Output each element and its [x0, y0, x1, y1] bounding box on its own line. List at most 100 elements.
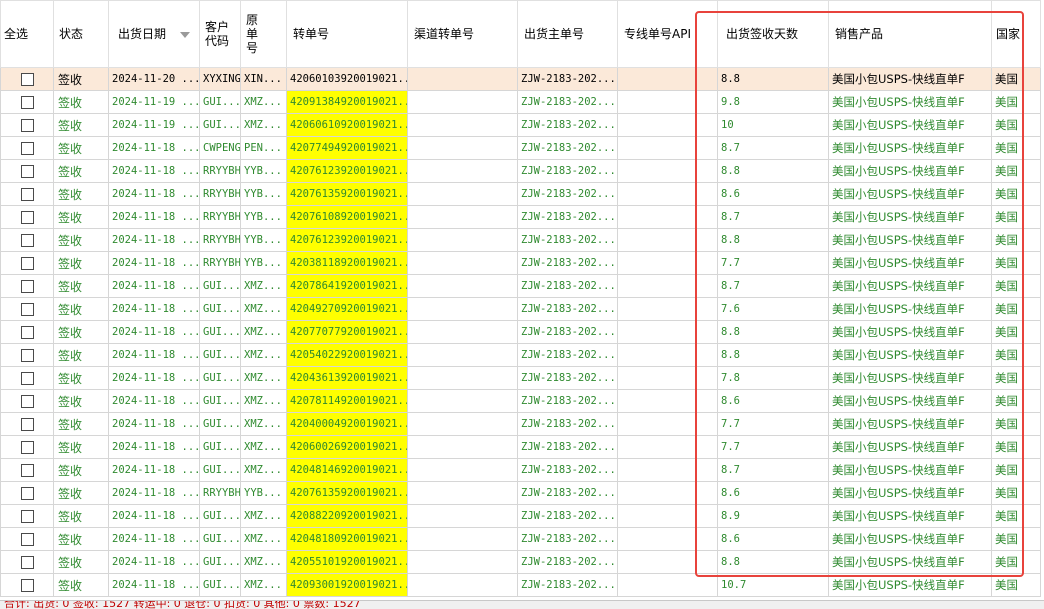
cell-status: 签收 — [53, 389, 109, 413]
row-checkbox[interactable] — [0, 389, 54, 413]
cell-original-no: XMZ... — [240, 366, 287, 390]
cell-sign-days: 8.6 — [717, 527, 829, 551]
table-row[interactable]: 签收 2024-11-18 ... RRYYBH YYB... 420761089200… — [0, 205, 1041, 229]
cell-customer-code: GUI... — [199, 90, 241, 114]
row-checkbox[interactable] — [0, 182, 54, 206]
row-checkbox[interactable] — [0, 573, 54, 597]
table-row[interactable]: 签收 2024-11-18 ... RRYYBH YYB... 420761359200… — [0, 182, 1041, 206]
header-ship-date[interactable]: 出货日期 — [108, 0, 200, 68]
row-select-checkbox[interactable] — [20, 578, 34, 592]
header-line-api[interactable]: 专线单号API — [617, 0, 718, 68]
row-checkbox[interactable] — [0, 205, 54, 229]
row-checkbox[interactable] — [0, 159, 54, 183]
table-row[interactable]: 签收 2024-11-18 ... GUI... XMZ... 420481809200… — [0, 527, 1041, 551]
row-checkbox[interactable] — [0, 67, 54, 91]
row-select-checkbox[interactable] — [20, 463, 34, 477]
row-checkbox[interactable] — [0, 435, 54, 459]
row-select-checkbox[interactable] — [20, 325, 34, 339]
row-select-checkbox[interactable] — [20, 417, 34, 431]
table-row[interactable]: 签收 2024-11-18 ... GUI... XMZ... 420600269200… — [0, 435, 1041, 459]
header-status[interactable]: 状态 — [53, 0, 109, 68]
table-row[interactable]: 签收 2024-11-18 ... CWPENG PEN... 420774949200… — [0, 136, 1041, 160]
table-row[interactable]: 签收 2024-11-18 ... GUI... XMZ... 420400049200… — [0, 412, 1041, 436]
row-checkbox[interactable] — [0, 113, 54, 137]
cell-product: 美国小包USPS-快线直单F — [828, 481, 992, 505]
row-checkbox[interactable] — [0, 366, 54, 390]
row-select-checkbox[interactable] — [20, 302, 34, 316]
cell-product: 美国小包USPS-快线直单F — [828, 458, 992, 482]
header-channel-transfer-no[interactable]: 渠道转单号 — [407, 0, 518, 68]
table-row[interactable]: 签收 2024-11-18 ... GUI... XMZ... 420540229200… — [0, 343, 1041, 367]
table-row[interactable]: 签收 2024-11-18 ... RRYYBH YYB... 420761359200… — [0, 481, 1041, 505]
row-checkbox[interactable] — [0, 228, 54, 252]
cell-sign-days: 7.7 — [717, 435, 829, 459]
table-row[interactable]: 签收 2024-11-18 ... GUI... XMZ... 420781149200… — [0, 389, 1041, 413]
cell-country: 美国 — [991, 458, 1041, 482]
cell-master-no: ZJW-2183-202... — [517, 297, 618, 321]
cell-product: 美国小包USPS-快线直单F — [828, 113, 992, 137]
row-select-checkbox[interactable] — [20, 348, 34, 362]
cell-country: 美国 — [991, 435, 1041, 459]
row-select-checkbox[interactable] — [20, 532, 34, 546]
cell-customer-code: GUI... — [199, 504, 241, 528]
row-select-checkbox[interactable] — [20, 141, 34, 155]
row-select-checkbox[interactable] — [20, 279, 34, 293]
row-select-checkbox[interactable] — [20, 394, 34, 408]
header-master-no[interactable]: 出货主单号 — [517, 0, 618, 68]
row-select-checkbox[interactable] — [20, 555, 34, 569]
table-row[interactable]: 签收 2024-11-18 ... GUI... XMZ... 420481469200… — [0, 458, 1041, 482]
table-row[interactable]: 签收 2024-11-18 ... GUI... XMZ... 420770779200… — [0, 320, 1041, 344]
cell-original-no: XIN... — [240, 67, 287, 91]
row-checkbox[interactable] — [0, 550, 54, 574]
table-row[interactable]: 签收 2024-11-19 ... GUI... XMZ... 420606109200… — [0, 113, 1041, 137]
table-row[interactable]: 签收 2024-11-20 ... XYXING XIN... 420601039200… — [0, 67, 1041, 91]
row-select-checkbox[interactable] — [20, 486, 34, 500]
row-checkbox[interactable] — [0, 527, 54, 551]
row-checkbox[interactable] — [0, 320, 54, 344]
cell-channel-transfer-no — [407, 527, 518, 551]
row-checkbox[interactable] — [0, 90, 54, 114]
row-select-checkbox[interactable] — [20, 187, 34, 201]
table-row[interactable]: 签收 2024-11-18 ... GUI... XMZ... 420786419200… — [0, 274, 1041, 298]
row-checkbox[interactable] — [0, 458, 54, 482]
cell-sign-days: 8.6 — [717, 481, 829, 505]
row-checkbox[interactable] — [0, 274, 54, 298]
row-checkbox[interactable] — [0, 136, 54, 160]
row-select-checkbox[interactable] — [20, 210, 34, 224]
header-original-no[interactable]: 原单号 — [240, 0, 287, 68]
row-checkbox[interactable] — [0, 251, 54, 275]
row-checkbox[interactable] — [0, 504, 54, 528]
header-product[interactable]: 销售产品 — [828, 0, 992, 68]
row-select-checkbox[interactable] — [20, 440, 34, 454]
table-row[interactable]: 签收 2024-11-18 ... GUI... XMZ... 420882209200… — [0, 504, 1041, 528]
table-row[interactable]: 签收 2024-11-19 ... GUI... XMZ... 420913849200… — [0, 90, 1041, 114]
row-select-checkbox[interactable] — [20, 371, 34, 385]
row-checkbox[interactable] — [0, 481, 54, 505]
header-customer-code[interactable]: 客户代码 — [199, 0, 241, 68]
row-select-checkbox[interactable] — [20, 95, 34, 109]
table-row[interactable]: 签收 2024-11-18 ... GUI... XMZ... 420930019200… — [0, 573, 1041, 597]
row-checkbox[interactable] — [0, 297, 54, 321]
table-row[interactable]: 签收 2024-11-18 ... GUI... XMZ... 420492709200… — [0, 297, 1041, 321]
row-select-checkbox[interactable] — [20, 72, 34, 86]
table-row[interactable]: 签收 2024-11-18 ... GUI... XMZ... 420436139200… — [0, 366, 1041, 390]
row-checkbox[interactable] — [0, 343, 54, 367]
header-select-all[interactable]: 全选 — [0, 0, 54, 68]
row-select-checkbox[interactable] — [20, 233, 34, 247]
row-select-checkbox[interactable] — [20, 256, 34, 270]
cell-status: 签收 — [53, 320, 109, 344]
cell-product: 美国小包USPS-快线直单F — [828, 297, 992, 321]
cell-customer-code: GUI... — [199, 458, 241, 482]
header-sign-days[interactable]: 出货签收天数 — [717, 0, 829, 68]
header-transfer-no[interactable]: 转单号 — [286, 0, 408, 68]
sort-down-icon[interactable] — [180, 31, 190, 38]
table-row[interactable]: 签收 2024-11-18 ... GUI... XMZ... 420551019200… — [0, 550, 1041, 574]
row-select-checkbox[interactable] — [20, 164, 34, 178]
table-row[interactable]: 签收 2024-11-18 ... RRYYBH YYB... 420761239200… — [0, 228, 1041, 252]
row-checkbox[interactable] — [0, 412, 54, 436]
header-country[interactable]: 国家 — [991, 0, 1041, 68]
row-select-checkbox[interactable] — [20, 509, 34, 523]
row-select-checkbox[interactable] — [20, 118, 34, 132]
table-row[interactable]: 签收 2024-11-18 ... RRYYBH YYB... 420761239200… — [0, 159, 1041, 183]
table-row[interactable]: 签收 2024-11-18 ... RRYYBH YYB... 420381189200… — [0, 251, 1041, 275]
